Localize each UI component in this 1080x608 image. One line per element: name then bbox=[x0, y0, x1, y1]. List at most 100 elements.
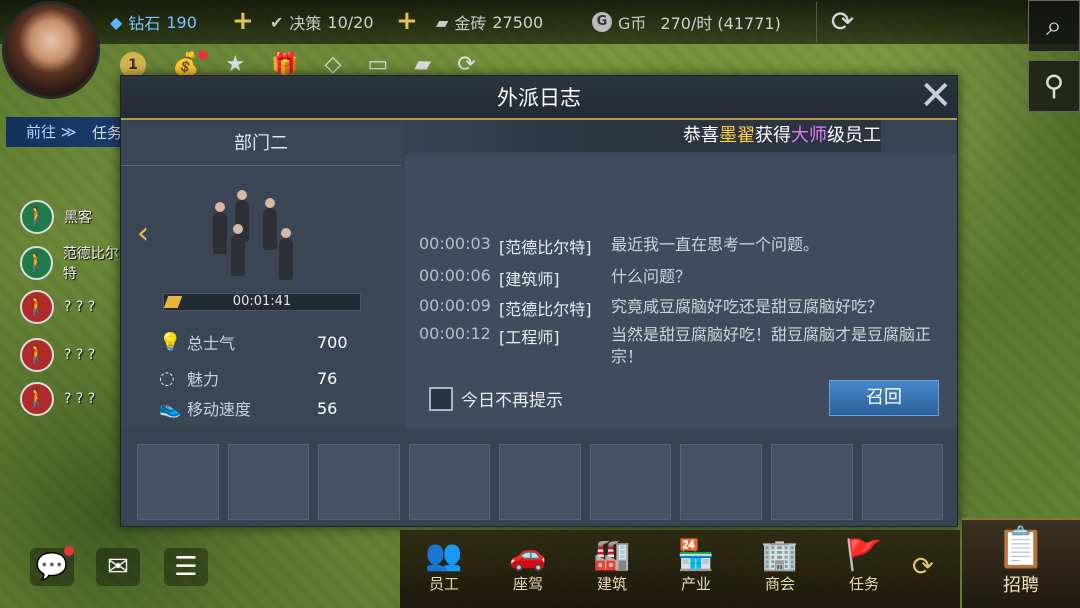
nav-car[interactable]: 🚗 座驾 bbox=[488, 530, 568, 608]
diamond-shop-icon[interactable]: ◇ bbox=[325, 52, 342, 77]
gold-icon[interactable]: ▰ bbox=[414, 52, 431, 77]
log-panel: 00:00:03 [范德比尔特] 最近我一直在思考一个问题。 00:00:06 [建筑师… bbox=[405, 154, 957, 428]
stat-row: 👟 移动速度 56 bbox=[159, 394, 369, 422]
log-message: 最近我一直在思考一个问题。 bbox=[611, 235, 820, 254]
nav-building[interactable]: 🏢 商会 bbox=[740, 530, 820, 608]
diamond-value: 190 bbox=[166, 12, 197, 32]
member-name: ? ? ? bbox=[64, 391, 96, 407]
department-title: 部门二 bbox=[121, 122, 401, 166]
log-entry: 00:00:03 [范德比尔特] 最近我一直在思考一个问题。 bbox=[419, 234, 949, 258]
refresh-icon[interactable]: ⟳ bbox=[816, 2, 868, 42]
member-item[interactable]: 🚶 黑客 bbox=[20, 200, 130, 234]
marquee-mid: 获得 bbox=[755, 125, 791, 146]
nav-factory[interactable]: 🏭 建筑 bbox=[572, 530, 652, 608]
dispatch-log-dialog: 外派日志 ✕ 恭喜墨翟获得大师级员工 部门二 ‹ 00:01:41 💡 总士气 70… bbox=[120, 75, 958, 527]
search-icon[interactable]: ⌕ bbox=[1028, 0, 1080, 52]
add-diamond-button[interactable]: + bbox=[232, 6, 254, 36]
figure bbox=[231, 224, 245, 276]
member-name: ? ? ? bbox=[64, 347, 96, 363]
figure bbox=[263, 198, 277, 250]
lightbulb-icon: 💡 bbox=[159, 331, 182, 353]
gold-brick-icon: ▰ bbox=[436, 12, 449, 32]
member-name: 黑客 bbox=[64, 210, 92, 226]
gift-icon[interactable]: 🎁 bbox=[271, 52, 298, 77]
dialog-title: 外派日志 bbox=[121, 76, 957, 120]
log-time: 00:00:09 bbox=[419, 296, 491, 315]
quick-icons: 💰 ★ 🎁 ◇ ▭ ▰ ⟳ bbox=[172, 52, 476, 77]
slot[interactable] bbox=[227, 444, 310, 520]
player-avatar[interactable] bbox=[2, 1, 100, 99]
marquee-rank: 大师 bbox=[791, 125, 827, 146]
stat-label: 移动速度 bbox=[187, 400, 252, 419]
member-item[interactable]: 🚶 ? ? ? bbox=[20, 338, 130, 372]
gcoin-label: G币 bbox=[618, 14, 647, 33]
slot[interactable] bbox=[589, 444, 672, 520]
nav-refresh-icon[interactable]: ⟳ bbox=[912, 552, 934, 582]
marquee-prefix: 恭喜 bbox=[683, 125, 719, 146]
dont-show-today[interactable]: 今日不再提示 bbox=[429, 386, 563, 411]
cycle-icon[interactable]: ⟳ bbox=[457, 52, 475, 77]
slot[interactable] bbox=[770, 444, 853, 520]
log-time: 00:00:03 bbox=[419, 234, 491, 253]
star-icon[interactable]: ★ bbox=[225, 52, 245, 77]
log-entry: 00:00:09 [范德比尔特] 究竟咸豆腐脑好吃还是甜豆腐脑好吃？ bbox=[419, 296, 949, 320]
nav-employee[interactable]: 👥 员工 bbox=[404, 530, 484, 608]
document-icon: 📋 bbox=[996, 525, 1046, 571]
slot[interactable] bbox=[137, 444, 219, 520]
recruit-button[interactable]: 📋 招聘 bbox=[962, 518, 1080, 608]
prev-arrow-icon[interactable]: ‹ bbox=[137, 216, 149, 251]
stat-value: 56 bbox=[317, 398, 338, 418]
gcoin-value: 270/时 (41771) bbox=[660, 14, 781, 33]
car-icon: 🚗 bbox=[509, 538, 547, 573]
stat-label: 总士气 bbox=[187, 334, 236, 353]
slot[interactable] bbox=[318, 444, 400, 520]
money-bag-icon[interactable]: 💰 bbox=[172, 52, 199, 77]
top-resource-bar: ◆ 钻石 190 + ✔ 决策 10/20 + ▰ 金砖 27500 G G币 … bbox=[0, 0, 1080, 44]
gold-resource: ▰ 金砖 27500 bbox=[436, 10, 543, 34]
walking-person-icon: 🚶 bbox=[20, 246, 53, 280]
diamond-label: 钻石 bbox=[128, 14, 161, 33]
nav-label: 商会 bbox=[764, 575, 795, 593]
member-name: ? ? ? bbox=[64, 299, 96, 315]
stat-value: 76 bbox=[317, 368, 338, 388]
gold-label: 金砖 bbox=[454, 14, 487, 33]
list-icon[interactable]: ☰ bbox=[164, 548, 208, 586]
slot[interactable] bbox=[680, 444, 762, 520]
notification-dot bbox=[198, 50, 208, 60]
slot[interactable] bbox=[861, 444, 944, 520]
log-role: [建筑师] bbox=[499, 270, 560, 289]
slot[interactable] bbox=[499, 444, 581, 520]
gcoin-icon: G bbox=[592, 12, 612, 32]
mail-icon[interactable]: ✉ bbox=[96, 548, 140, 586]
slot[interactable] bbox=[408, 444, 491, 520]
log-time: 00:00:12 bbox=[419, 324, 491, 343]
checkbox-label: 今日不再提示 bbox=[461, 391, 563, 411]
recall-button[interactable]: 召回 bbox=[829, 380, 939, 416]
diamond-icon: ◆ bbox=[110, 12, 123, 32]
check-icon: ✔ bbox=[270, 12, 284, 32]
nav-task-flag[interactable]: 🚩 任务 bbox=[824, 530, 904, 608]
log-message: 什么问题？ bbox=[611, 267, 692, 286]
card-icon[interactable]: ▭ bbox=[367, 52, 388, 77]
nav-label: 建筑 bbox=[596, 575, 627, 593]
shoe-icon: 👟 bbox=[159, 397, 182, 419]
log-message: 当然是甜豆腐脑好吃！甜豆腐脑才是豆腐脑正宗！ bbox=[611, 325, 932, 366]
stat-label: 魅力 bbox=[187, 370, 220, 389]
log-message: 究竟咸豆腐脑好吃还是甜豆腐脑好吃？ bbox=[611, 297, 884, 316]
marquee-name: 墨翟 bbox=[719, 125, 755, 146]
dispatch-timer-bar: 00:01:41 bbox=[163, 293, 361, 311]
stat-value: 700 bbox=[317, 332, 348, 352]
close-icon[interactable]: ✕ bbox=[919, 76, 953, 116]
checkbox[interactable] bbox=[429, 386, 453, 411]
nav-shop[interactable]: 🏪 产业 bbox=[656, 530, 736, 608]
member-item[interactable]: 🚶 ? ? ? bbox=[20, 290, 130, 324]
nav-label: 任务 bbox=[848, 575, 879, 593]
decision-resource: ✔ 决策 10/20 bbox=[270, 10, 374, 34]
location-pin-icon[interactable]: ⚲ bbox=[1028, 60, 1080, 112]
factory-icon: 🏭 bbox=[593, 538, 631, 573]
add-decision-button[interactable]: + bbox=[396, 6, 418, 36]
stat-row: ◌ 魅力 76 bbox=[159, 364, 369, 392]
member-item[interactable]: 🚶 ? ? ? bbox=[20, 382, 130, 416]
member-item[interactable]: 🚶 范德比尔特 bbox=[20, 246, 130, 282]
figure bbox=[279, 228, 293, 280]
